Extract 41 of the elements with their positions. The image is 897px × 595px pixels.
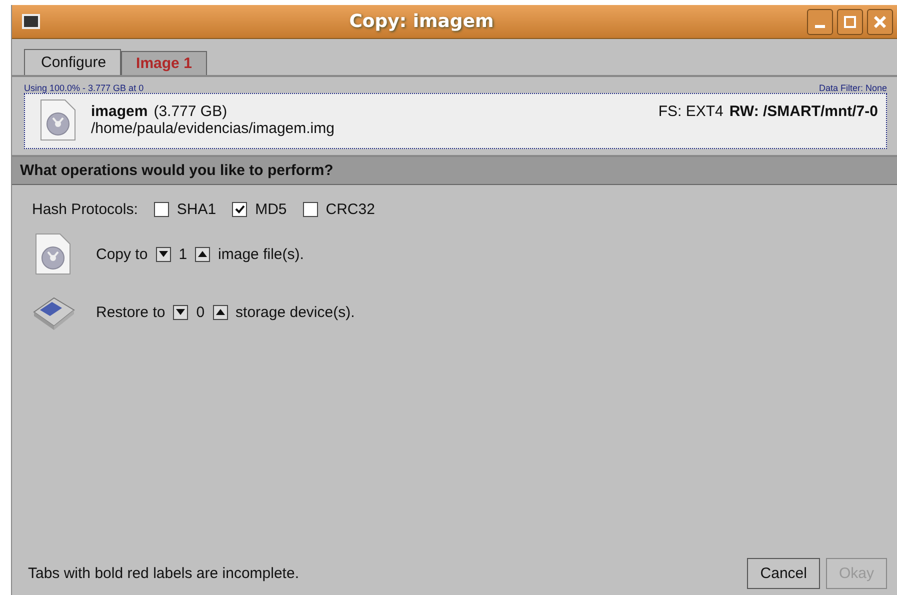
source-path: /home/paula/evidencias/imagem.img [91,120,336,137]
window-icon[interactable] [22,14,40,30]
caret-up-icon [198,251,208,257]
checkbox-label: MD5 [255,201,287,218]
close-button[interactable] [867,8,893,34]
checkbox[interactable] [302,202,318,217]
hash-label: Hash Protocols: [32,201,138,218]
caret-down-icon [176,309,186,315]
close-icon [874,16,886,28]
minimize-button[interactable] [807,8,833,34]
caret-down-icon [158,251,168,257]
increment-button[interactable] [195,246,210,262]
operation-suffix: storage device(s). [236,304,355,320]
footer-note: Tabs with bold red labels are incomplete. [28,565,299,582]
operation-label: Restore to [96,304,166,320]
usage-text: Using 100.0% - 3.777 GB at 0 [24,83,144,93]
operation-label: Copy to [96,246,148,262]
count-value: 1 [178,246,188,262]
dialog-button[interactable]: Cancel [747,558,820,589]
checkbox-label: SHA1 [176,201,216,218]
source-name: imagem [91,103,148,120]
source-size: (3.777 GB) [154,103,228,120]
tab[interactable]: Configure [24,49,122,75]
operation-suffix: image file(s). [218,246,304,262]
maximize-icon [844,16,856,28]
decrement-button[interactable] [173,304,188,320]
caret-up-icon [216,309,225,315]
source-item[interactable]: imagem (3.777 GB) FS: EXT4 RW: /SMART/mnt/7-0 /home/paula/evidencias/imagem.img [24,93,887,149]
window-title: Copy: imagem [348,11,495,32]
checkbox-label: CRC32 [326,201,375,218]
checkbox[interactable] [154,202,169,217]
increment-button[interactable] [212,304,228,320]
minimize-icon [815,25,825,28]
decrement-button[interactable] [156,246,171,262]
count-value: 0 [196,304,205,320]
filesystem-text: FS: EXT4 [658,103,724,120]
mount-path: RW: /SMART/mnt/7-0 [729,103,878,120]
checkbox[interactable] [232,202,248,217]
maximize-button[interactable] [837,8,863,34]
section-title: What operations would you like to perform? [12,157,897,185]
data-filter-text: Data Filter: None [818,83,887,93]
